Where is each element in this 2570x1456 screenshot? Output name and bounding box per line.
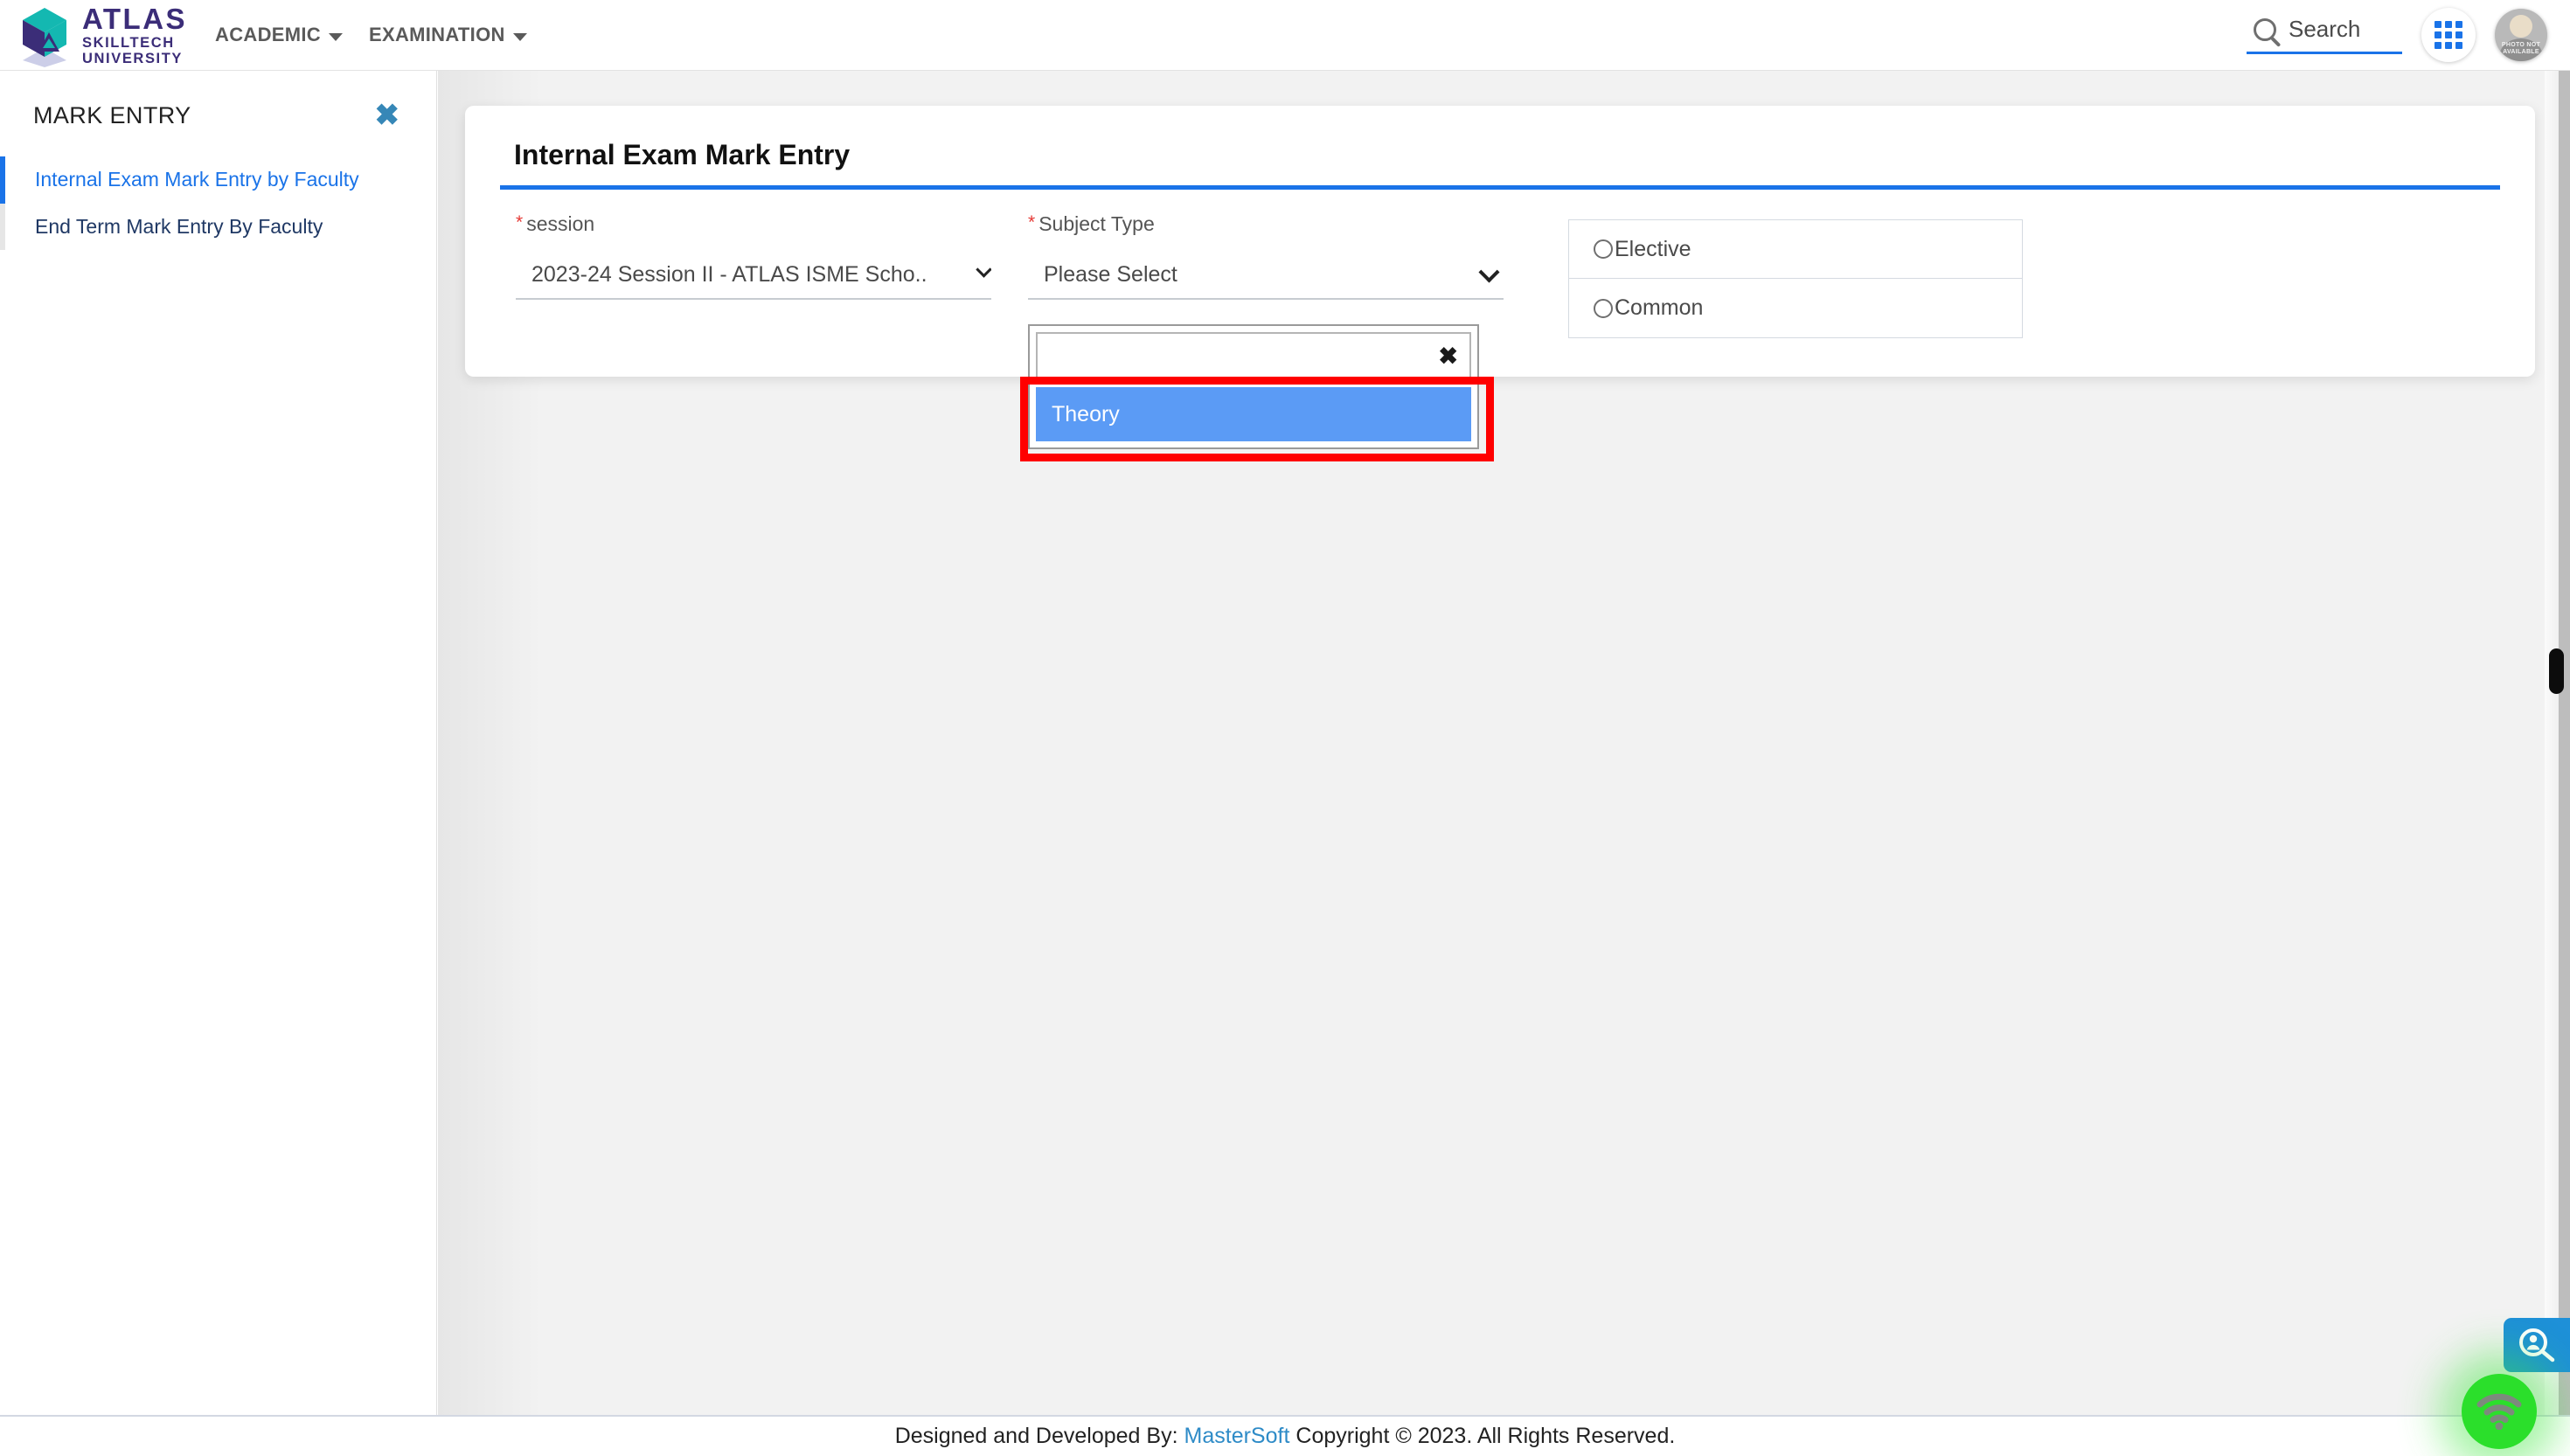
nav-item-academic-label: ACADEMIC <box>215 24 321 45</box>
subject-type-select-value: Please Select <box>1044 262 1177 287</box>
brand-name-skilltech: SKILLTECH <box>82 34 175 51</box>
sidebar-item-label: Internal Exam Mark Entry by Faculty <box>35 168 359 191</box>
search-input[interactable]: Search <box>2289 16 2360 43</box>
session-field: * session 2023-24 Session II - ATLAS ISME… <box>500 212 1007 300</box>
subject-type-dropdown-panel: ✖ Theory <box>1020 324 1494 461</box>
chevron-down-icon <box>1478 262 1500 283</box>
sidebar-header: MARK ENTRY ✖ <box>0 71 436 130</box>
clear-x-icon[interactable]: ✖ <box>1438 344 1458 369</box>
subject-type-select[interactable]: Please Select <box>1028 262 1504 300</box>
header-actions: Search PHOTO NOT AVAILABLE <box>2247 8 2570 62</box>
avatar-placeholder-text: PHOTO NOT AVAILABLE <box>2501 42 2541 55</box>
close-icon[interactable]: ✖ <box>372 101 404 130</box>
global-search[interactable]: Search <box>2247 16 2402 54</box>
wifi-signal-icon <box>2476 1393 2522 1430</box>
atlas-cube-logo-icon <box>12 3 77 67</box>
sidebar: MARK ENTRY ✖ Internal Exam Mark Entry by… <box>0 71 437 1415</box>
title-underline <box>500 185 2500 190</box>
dropdown-option-theory[interactable]: Theory <box>1036 387 1471 441</box>
mark-entry-card: Internal Exam Mark Entry * session 2023-2… <box>465 106 2535 461</box>
subject-type-label: * Subject Type <box>1028 212 1504 236</box>
subject-type-field: * Subject Type Please Select ✖ Theory <box>1012 212 1519 461</box>
page-footer: Designed and Developed By: MasterSoft Co… <box>0 1415 2570 1456</box>
sidebar-item-label: End Term Mark Entry By Faculty <box>35 214 323 238</box>
brand-logo[interactable]: ATLAS SKILLTECH UNIVERSITY <box>0 0 187 71</box>
avatar-head <box>2510 15 2532 38</box>
required-marker: * <box>1028 212 1036 232</box>
nav-item-examination-label: EXAMINATION <box>369 24 505 45</box>
session-label: * session <box>516 212 991 236</box>
session-label-text: session <box>526 212 595 235</box>
nav-item-examination[interactable]: EXAMINATION <box>369 24 527 46</box>
brand-name-university: UNIVERSITY <box>82 51 184 66</box>
person-search-widget-button[interactable] <box>2504 1318 2570 1372</box>
footer-link-mastersoft[interactable]: MasterSoft <box>1184 1424 1290 1449</box>
chevron-down-icon <box>512 32 527 41</box>
wifi-signal-widget-button[interactable] <box>2462 1374 2537 1449</box>
brand-name-atlas: ATLAS <box>82 2 188 35</box>
subject-type-label-text: Subject Type <box>1038 212 1155 235</box>
sidebar-item-internal-exam-mark-entry[interactable]: Internal Exam Mark Entry by Faculty <box>0 156 436 204</box>
required-marker: * <box>516 212 524 232</box>
radio-icon <box>1594 239 1613 259</box>
dropdown-option-label: Theory <box>1052 401 1120 426</box>
app-root: ATLAS SKILLTECH UNIVERSITY ACADEMIC EXAM… <box>0 0 2570 1456</box>
brand-wordmark: ATLAS SKILLTECH UNIVERSITY <box>82 4 187 66</box>
sidebar-menu: Internal Exam Mark Entry by Faculty End … <box>0 156 436 251</box>
subject-category-radio-group: Elective Common <box>1568 212 2023 338</box>
page-title: Internal Exam Mark Entry <box>514 139 851 170</box>
radio-option-common[interactable]: Common <box>1568 279 2023 338</box>
main-content: Internal Exam Mark Entry * session 2023-2… <box>438 71 2570 1415</box>
sidebar-item-end-term-mark-entry[interactable]: End Term Mark Entry By Faculty <box>0 203 436 251</box>
session-select-value: 2023-24 Session II - ATLAS ISME Scho.. <box>531 262 927 287</box>
top-header: ATLAS SKILLTECH UNIVERSITY ACADEMIC EXAM… <box>0 0 2570 71</box>
radio-option-elective[interactable]: Elective <box>1568 219 2023 279</box>
chevron-down-icon <box>976 262 991 278</box>
page-scrollbar-thumb[interactable] <box>2549 648 2564 694</box>
person-search-icon <box>2519 1328 2555 1362</box>
search-icon <box>2254 17 2276 41</box>
main-navigation: ACADEMIC EXAMINATION <box>215 0 527 71</box>
footer-suffix: Copyright © 2023. All Rights Reserved. <box>1295 1424 1676 1448</box>
radio-icon <box>1594 298 1613 318</box>
form-row: * session 2023-24 Session II - ATLAS ISME… <box>500 212 2500 461</box>
sidebar-title: MARK ENTRY <box>33 101 191 128</box>
nav-item-academic[interactable]: ACADEMIC <box>215 24 343 46</box>
dropdown-search-input[interactable]: ✖ <box>1036 332 1471 381</box>
page-scrollbar-track[interactable] <box>2545 71 2570 1415</box>
session-select[interactable]: 2023-24 Session II - ATLAS ISME Scho.. <box>516 262 991 300</box>
grid-apps-icon <box>2435 21 2462 49</box>
dropdown-options: Theory <box>1036 387 1471 441</box>
chevron-down-icon <box>329 32 343 41</box>
apps-grid-button[interactable] <box>2421 8 2476 62</box>
avatar[interactable]: PHOTO NOT AVAILABLE <box>2495 9 2547 61</box>
footer-prefix: Designed and Developed By: <box>894 1424 1178 1448</box>
radio-option-label: Common <box>1615 295 1704 320</box>
radio-option-label: Elective <box>1615 236 1691 261</box>
